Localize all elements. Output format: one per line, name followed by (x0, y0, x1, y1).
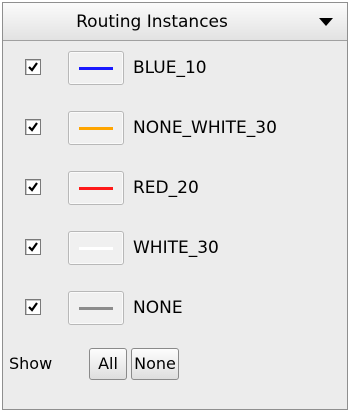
instance-label: RED_20 (133, 178, 199, 198)
instance-checkbox[interactable] (25, 239, 41, 255)
checkmark-icon (28, 122, 38, 132)
checkmark-icon (28, 62, 38, 72)
checkmark-icon (28, 242, 38, 252)
instance-checkbox[interactable] (25, 299, 41, 315)
instance-checkbox[interactable] (25, 179, 41, 195)
instance-label: WHITE_30 (133, 238, 219, 258)
color-line (79, 67, 113, 70)
instance-label: NONE_WHITE_30 (133, 118, 277, 138)
color-line (79, 247, 113, 250)
color-line (79, 187, 113, 190)
color-swatch-button[interactable] (68, 171, 124, 205)
instance-checkbox[interactable] (25, 59, 41, 75)
color-swatch-button[interactable] (68, 291, 124, 325)
routing-instances-dropdown[interactable]: Routing Instances (3, 3, 347, 41)
instance-row: RED_20 (3, 168, 347, 208)
instance-row: NONE (3, 288, 347, 328)
instance-checkbox[interactable] (25, 119, 41, 135)
show-controls: Show All None (3, 344, 347, 384)
color-swatch-button[interactable] (68, 111, 124, 145)
dropdown-title: Routing Instances (76, 12, 228, 32)
routing-instances-panel: Routing Instances BLUE_10 NONE_WHITE_30 … (2, 2, 348, 410)
instance-label: NONE (133, 298, 183, 318)
color-line (79, 127, 113, 130)
instance-row: BLUE_10 (3, 48, 347, 88)
dropdown-arrow-icon[interactable] (319, 18, 333, 26)
color-line (79, 307, 113, 310)
instance-row: WHITE_30 (3, 228, 347, 268)
show-none-button[interactable]: None (131, 348, 179, 380)
color-swatch-button[interactable] (68, 231, 124, 265)
show-label: Show (9, 354, 53, 373)
instance-label: BLUE_10 (133, 58, 207, 78)
instance-row: NONE_WHITE_30 (3, 108, 347, 148)
checkmark-icon (28, 302, 38, 312)
checkmark-icon (28, 182, 38, 192)
color-swatch-button[interactable] (68, 51, 124, 85)
show-all-button[interactable]: All (89, 348, 127, 380)
